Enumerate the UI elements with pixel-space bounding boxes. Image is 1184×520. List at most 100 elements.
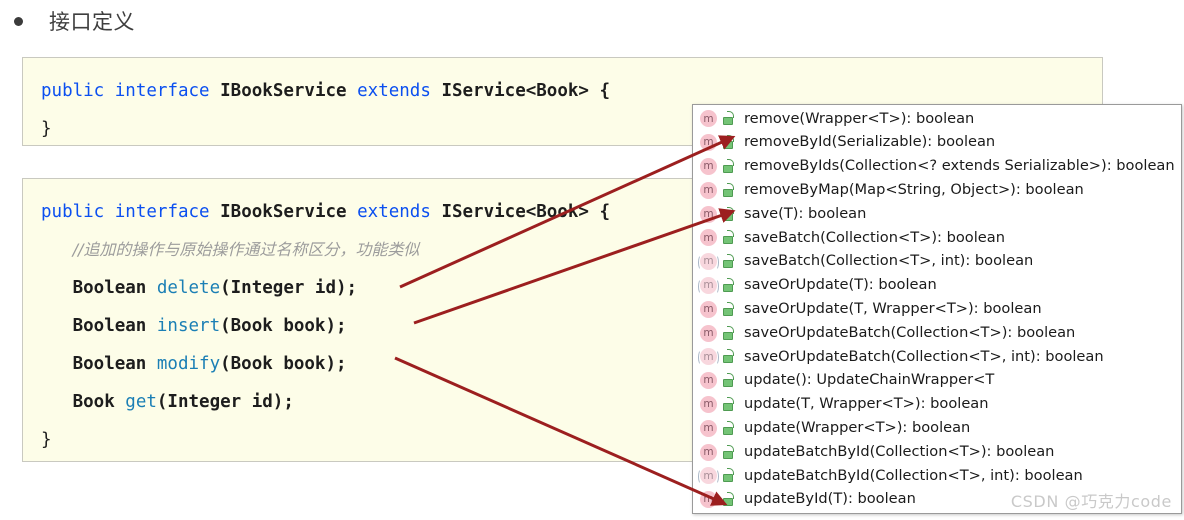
- padlock-body: [723, 260, 733, 269]
- code-token: extends: [357, 81, 431, 101]
- completion-item-label: removeByMap(Map<String, Object>): boolea…: [744, 180, 1084, 198]
- completion-item[interactable]: m update(Wrapper<T>): boolean: [693, 416, 1181, 440]
- unlocked-padlock-icon: [721, 135, 735, 150]
- code-token: IBookService: [220, 81, 347, 101]
- method-icon: m: [700, 205, 717, 223]
- method-icon: m: [700, 300, 717, 318]
- default-method-icon: m: [698, 253, 719, 271]
- code-token: insert: [156, 316, 221, 336]
- unlocked-padlock-icon: [721, 492, 735, 507]
- completion-item-label: removeByIds(Collection<? extends Seriali…: [744, 157, 1175, 175]
- completion-item[interactable]: m saveOrUpdateBatch(Collection<T>): boole…: [693, 321, 1181, 345]
- completion-item-label: saveOrUpdateBatch(Collection<T>, int): b…: [744, 347, 1104, 365]
- method-icon: m: [700, 181, 717, 199]
- padlock-body: [723, 188, 733, 197]
- padlock-body: [723, 379, 733, 388]
- completion-item-label: updateBatchById(Collection<T>): boolean: [744, 442, 1055, 460]
- method-icon: m: [700, 324, 717, 342]
- code-token: interface: [114, 81, 210, 101]
- completion-item[interactable]: m update(T, Wrapper<T>): boolean: [693, 393, 1181, 417]
- code-token: extends: [357, 202, 431, 222]
- completion-item[interactable]: m saveOrUpdate(T, Wrapper<T>): boolean: [693, 297, 1181, 321]
- completion-item[interactable]: m removeById(Serializable): boolean: [693, 131, 1181, 155]
- completion-item[interactable]: m saveBatch(Collection<T>, int): boolean: [693, 250, 1181, 274]
- code-token: //追加的操作与原始操作通过名称区分，功能类似: [72, 240, 420, 259]
- method-icon: m: [700, 372, 717, 390]
- code-token: (Integer id);: [220, 278, 358, 298]
- unlocked-padlock-icon: [721, 111, 735, 126]
- code-token: Book: [72, 392, 126, 412]
- completion-item-label: updateById(T): boolean: [744, 490, 916, 508]
- completion-item[interactable]: m remove(Wrapper<T>): boolean: [693, 107, 1181, 131]
- padlock-body: [723, 212, 733, 221]
- page-title: 接口定义: [49, 10, 135, 34]
- unlocked-padlock-icon: [721, 325, 735, 341]
- code-token: IService<Book> {: [441, 202, 611, 222]
- code-completion-popup[interactable]: m remove(Wrapper<T>): boolean m removeById(…: [692, 104, 1182, 514]
- padlock-body: [723, 355, 733, 364]
- code-token: delete: [156, 278, 221, 298]
- method-icon: m: [700, 491, 717, 509]
- padlock-body: [723, 426, 733, 435]
- unlocked-padlock-icon: [721, 396, 735, 412]
- csdn-watermark: CSDN @巧克力code: [1010, 492, 1172, 511]
- padlock-body: [723, 402, 733, 411]
- code-token: (Book book);: [220, 354, 347, 374]
- unlocked-padlock-icon: [721, 254, 735, 269]
- completion-item[interactable]: m saveBatch(Collection<T>): boolean: [693, 226, 1181, 250]
- padlock-body: [723, 236, 733, 245]
- padlock-body: [723, 474, 733, 483]
- code-token: IService<Book> {: [441, 81, 611, 101]
- code-token: IBookService: [220, 202, 347, 222]
- method-icon: m: [700, 110, 717, 128]
- completion-item-label: saveOrUpdate(T, Wrapper<T>): boolean: [744, 299, 1042, 317]
- unlocked-padlock-icon: [721, 277, 735, 293]
- code-token: modify: [156, 354, 221, 374]
- code-token: Boolean: [72, 316, 157, 336]
- code-token: }: [41, 119, 52, 139]
- page-heading: 接口定义: [0, 4, 135, 38]
- completion-item[interactable]: m updateBatchById(Collection<T>): boolean: [693, 440, 1181, 464]
- code-token: get: [125, 392, 157, 412]
- method-icon: m: [700, 443, 717, 461]
- unlocked-padlock-icon: [721, 420, 735, 436]
- default-method-icon: m: [698, 276, 719, 294]
- method-icon: m: [700, 229, 717, 247]
- completion-item-label: remove(Wrapper<T>): boolean: [744, 109, 975, 127]
- unlocked-padlock-icon: [721, 230, 735, 245]
- method-icon: m: [700, 157, 717, 175]
- unlocked-padlock-icon: [721, 158, 735, 174]
- completion-item-label: update(): UpdateChainWrapper<T: [744, 371, 995, 389]
- padlock-body: [723, 117, 733, 126]
- completion-item[interactable]: m saveOrUpdateBatch(Collection<T>, int): …: [693, 345, 1181, 369]
- code-token: (Integer id);: [156, 392, 294, 412]
- completion-item[interactable]: m update(): UpdateChainWrapper<T: [693, 369, 1181, 393]
- padlock-body: [723, 307, 733, 316]
- completion-item[interactable]: m removeByMap(Map<String, Object>): boole…: [693, 178, 1181, 202]
- completion-item[interactable]: m saveOrUpdate(T): boolean: [693, 274, 1181, 298]
- completion-item[interactable]: m save(T): boolean: [693, 202, 1181, 226]
- completion-item-label: update(Wrapper<T>): boolean: [744, 418, 971, 436]
- default-method-icon: m: [698, 467, 719, 485]
- completion-item-label: saveOrUpdate(T): boolean: [744, 276, 937, 294]
- bullet-point-icon: [14, 16, 23, 26]
- completion-item-label: saveOrUpdateBatch(Collection<T>): boolea…: [744, 323, 1076, 341]
- padlock-body: [723, 331, 733, 340]
- unlocked-padlock-icon: [721, 182, 735, 198]
- completion-item[interactable]: m removeByIds(Collection<? extends Serial…: [693, 155, 1181, 179]
- unlocked-padlock-icon: [721, 301, 735, 317]
- completion-item-label: saveBatch(Collection<T>): boolean: [744, 228, 1005, 246]
- completion-item[interactable]: m updateBatchById(Collection<T>, int): bo…: [693, 464, 1181, 488]
- padlock-body: [723, 164, 733, 173]
